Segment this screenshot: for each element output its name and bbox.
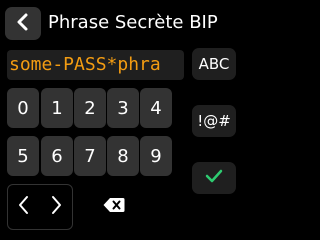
action-row [7, 184, 141, 230]
page-title: Phrase Secrète BIP [48, 12, 218, 33]
key-9[interactable]: 9 [140, 136, 172, 176]
back-button[interactable] [5, 7, 41, 40]
cursor-nav-group [7, 184, 73, 230]
delete-button[interactable] [87, 184, 141, 230]
key-2[interactable]: 2 [74, 88, 106, 128]
key-5[interactable]: 5 [7, 136, 39, 176]
chevron-right-icon [49, 194, 63, 220]
chevron-left-icon [17, 194, 31, 220]
letters-mode-button[interactable]: ABC [192, 48, 236, 80]
key-0[interactable]: 0 [7, 88, 39, 128]
key-7[interactable]: 7 [74, 136, 106, 176]
header: Phrase Secrète BIP [0, 0, 240, 46]
key-3[interactable]: 3 [107, 88, 139, 128]
passphrase-field[interactable]: some-PASS*phra [7, 50, 184, 80]
key-1[interactable]: 1 [41, 88, 73, 128]
checkmark-icon [204, 168, 224, 188]
confirm-button[interactable] [192, 162, 236, 194]
key-6[interactable]: 6 [41, 136, 73, 176]
cursor-right-button[interactable] [40, 185, 72, 229]
chevron-left-icon [15, 12, 31, 36]
cursor-left-button[interactable] [8, 185, 40, 229]
key-8[interactable]: 8 [107, 136, 139, 176]
key-4[interactable]: 4 [140, 88, 172, 128]
backspace-icon [103, 197, 125, 217]
passphrase-value: some-PASS*phra [9, 54, 161, 75]
symbols-mode-button[interactable]: !@# [192, 105, 236, 137]
